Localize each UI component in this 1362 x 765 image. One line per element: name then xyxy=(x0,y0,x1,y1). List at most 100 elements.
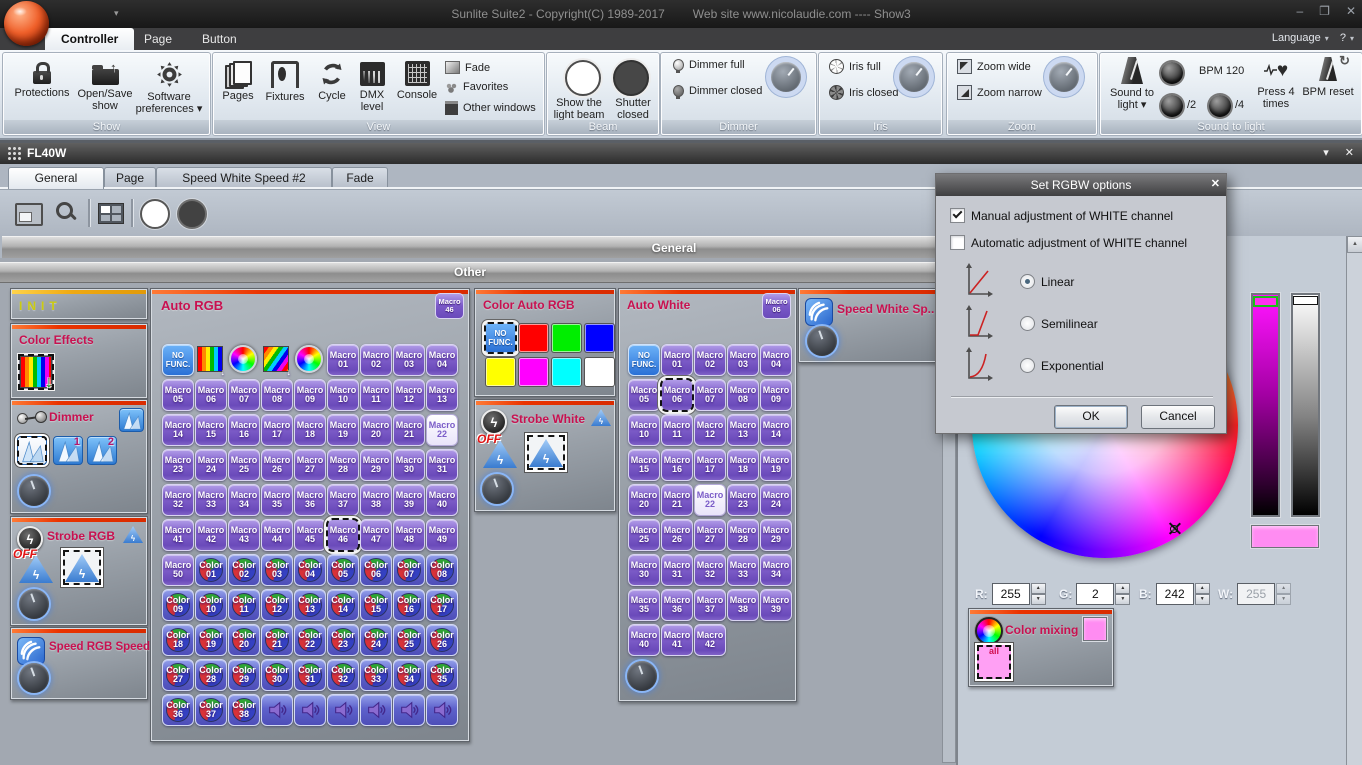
macro-button[interactable]: Macro43 xyxy=(228,519,260,551)
macro-button[interactable]: Macro32 xyxy=(694,554,726,586)
macro-button[interactable]: Macro03 xyxy=(393,344,425,376)
macro-button[interactable]: Macro20 xyxy=(360,414,392,446)
macro-button[interactable]: Macro13 xyxy=(727,414,759,446)
quick-access-chevron-icon[interactable]: ▾ xyxy=(114,8,119,19)
cycle-button[interactable]: Cycle xyxy=(311,57,353,102)
exponential-option[interactable]: Exponential xyxy=(1020,358,1104,373)
dmx-level-button[interactable]: DMX level xyxy=(351,57,393,113)
collapse-icon[interactable]: ▾ xyxy=(1323,146,1329,159)
slider-handle[interactable] xyxy=(1253,296,1278,307)
panel-init[interactable]: INIT xyxy=(10,288,148,320)
macro-button[interactable]: Macro44 xyxy=(261,519,293,551)
macro-button[interactable]: Macro40 xyxy=(628,624,660,656)
macro-button[interactable]: Macro12 xyxy=(393,379,425,411)
color-macro-button[interactable]: Color05 xyxy=(327,554,359,586)
color-macro-button[interactable]: Color27 xyxy=(162,659,194,691)
dimmer-mini-button[interactable] xyxy=(119,408,144,432)
auto-white-active-badge[interactable]: Macro06 xyxy=(762,293,791,319)
macro-button[interactable]: Macro33 xyxy=(195,484,227,516)
strobe-mini-button[interactable]: ϟ xyxy=(123,526,143,543)
beam-open-button[interactable] xyxy=(140,199,170,229)
macro-button[interactable]: Macro10 xyxy=(628,414,660,446)
green-input[interactable] xyxy=(1076,583,1114,605)
color-macro-button[interactable]: Color08 xyxy=(426,554,458,586)
macro-button[interactable]: Macro35 xyxy=(261,484,293,516)
cancel-button[interactable]: Cancel xyxy=(1141,405,1215,429)
macro-button[interactable]: Macro27 xyxy=(294,449,326,481)
checkbox[interactable] xyxy=(950,235,965,250)
beam-closed-button[interactable] xyxy=(177,199,207,229)
color-macro-button[interactable]: Color29 xyxy=(228,659,260,691)
color-macro-button[interactable]: Color01 xyxy=(195,554,227,586)
macro-button[interactable]: Macro13 xyxy=(426,379,458,411)
macro-button[interactable]: Macro37 xyxy=(694,589,726,621)
macro-button[interactable]: Macro20 xyxy=(628,484,660,516)
macro-button[interactable]: Macro39 xyxy=(760,589,792,621)
color-macro-button[interactable]: Color15 xyxy=(360,589,392,621)
speed-rgb-knob[interactable] xyxy=(19,663,49,693)
color-swatch[interactable] xyxy=(485,357,516,387)
macro-button[interactable]: Macro07 xyxy=(228,379,260,411)
strobe-off-button[interactable]: OFFϟ xyxy=(19,555,53,583)
macro-button[interactable]: Macro16 xyxy=(228,414,260,446)
macro-button[interactable]: Macro42 xyxy=(195,519,227,551)
show-light-beam-button[interactable] xyxy=(565,60,601,96)
zoom-wide-button[interactable]: Zoom wide xyxy=(957,59,1031,74)
macro-button[interactable]: Macro14 xyxy=(760,414,792,446)
macro-button[interactable]: Macro36 xyxy=(294,484,326,516)
macro-button[interactable]: Macro41 xyxy=(661,624,693,656)
fixtures-button[interactable]: Fixtures xyxy=(259,57,311,103)
macro-button[interactable]: Macro38 xyxy=(727,589,759,621)
color-macro-button[interactable]: Color03 xyxy=(261,554,293,586)
macro-button[interactable]: Macro01 xyxy=(661,344,693,376)
shutter-closed-button[interactable] xyxy=(613,60,649,96)
rainbow-down-icon[interactable]: ↓ xyxy=(195,344,225,374)
color-macro-button[interactable]: Color13 xyxy=(294,589,326,621)
macro-button[interactable]: Macro16 xyxy=(661,449,693,481)
macro-button[interactable]: Macro14 xyxy=(162,414,194,446)
console-button[interactable]: Console xyxy=(391,57,443,101)
manual-white-option[interactable]: Manual adjustment of WHITE channel xyxy=(950,208,1173,223)
no-func-button[interactable]: NOFUNC. xyxy=(485,323,516,353)
macro-button[interactable]: Macro09 xyxy=(760,379,792,411)
dimmer-preset-button[interactable]: 2 xyxy=(87,436,117,465)
open-save-show-button[interactable]: ↑ Open/Save show xyxy=(75,57,135,112)
macro-button[interactable]: Macro26 xyxy=(261,449,293,481)
macro-button[interactable]: Macro04 xyxy=(426,344,458,376)
tab-speed-white-speed-2[interactable]: Speed White Speed #2 xyxy=(156,167,332,188)
color-macro-button[interactable]: Color23 xyxy=(327,624,359,656)
auto-rgb-active-badge[interactable]: Macro46 xyxy=(435,293,464,319)
macro-button[interactable]: Macro34 xyxy=(760,554,792,586)
blue-stepper[interactable]: ▲▼ xyxy=(1195,583,1210,605)
mixing-color-swatch[interactable] xyxy=(1083,617,1107,641)
tab-fade[interactable]: Fade xyxy=(332,167,388,188)
rgb-wheel-alt-icon[interactable] xyxy=(294,344,324,374)
strobe-rgb-knob[interactable] xyxy=(19,589,49,619)
strobe-on-button[interactable]: ϟ xyxy=(527,435,565,470)
tab-general[interactable]: General xyxy=(8,167,104,189)
color-macro-button[interactable]: Color09 xyxy=(162,589,194,621)
speaker-button[interactable] xyxy=(261,694,293,726)
macro-button[interactable]: Macro17 xyxy=(694,449,726,481)
macro-button[interactable]: Macro24 xyxy=(760,484,792,516)
color-macro-button[interactable]: Color18 xyxy=(162,624,194,656)
macro-button[interactable]: Macro35 xyxy=(628,589,660,621)
rainbow-diag-icon[interactable]: ↓ xyxy=(261,344,291,374)
macro-button[interactable]: Macro42 xyxy=(694,624,726,656)
macro-button[interactable]: Macro31 xyxy=(426,449,458,481)
macro-button[interactable]: Macro30 xyxy=(628,554,660,586)
macro-button[interactable]: Macro25 xyxy=(228,449,260,481)
checkbox[interactable] xyxy=(950,208,965,223)
color-macro-button[interactable]: Color35 xyxy=(426,659,458,691)
strobe-white-knob[interactable] xyxy=(482,474,512,504)
macro-button[interactable]: Macro02 xyxy=(694,344,726,376)
dimmer-knob[interactable] xyxy=(771,62,801,92)
macro-button[interactable]: Macro48 xyxy=(393,519,425,551)
speaker-button[interactable] xyxy=(327,694,359,726)
color-macro-button[interactable]: Color24 xyxy=(360,624,392,656)
strobe-mini-button[interactable]: ϟ xyxy=(591,409,611,426)
macro-button[interactable]: Macro05 xyxy=(628,379,660,411)
color-macro-button[interactable]: Color17 xyxy=(426,589,458,621)
color-swatch[interactable] xyxy=(584,357,615,387)
maximize-button[interactable]: ❐ xyxy=(1319,4,1330,18)
